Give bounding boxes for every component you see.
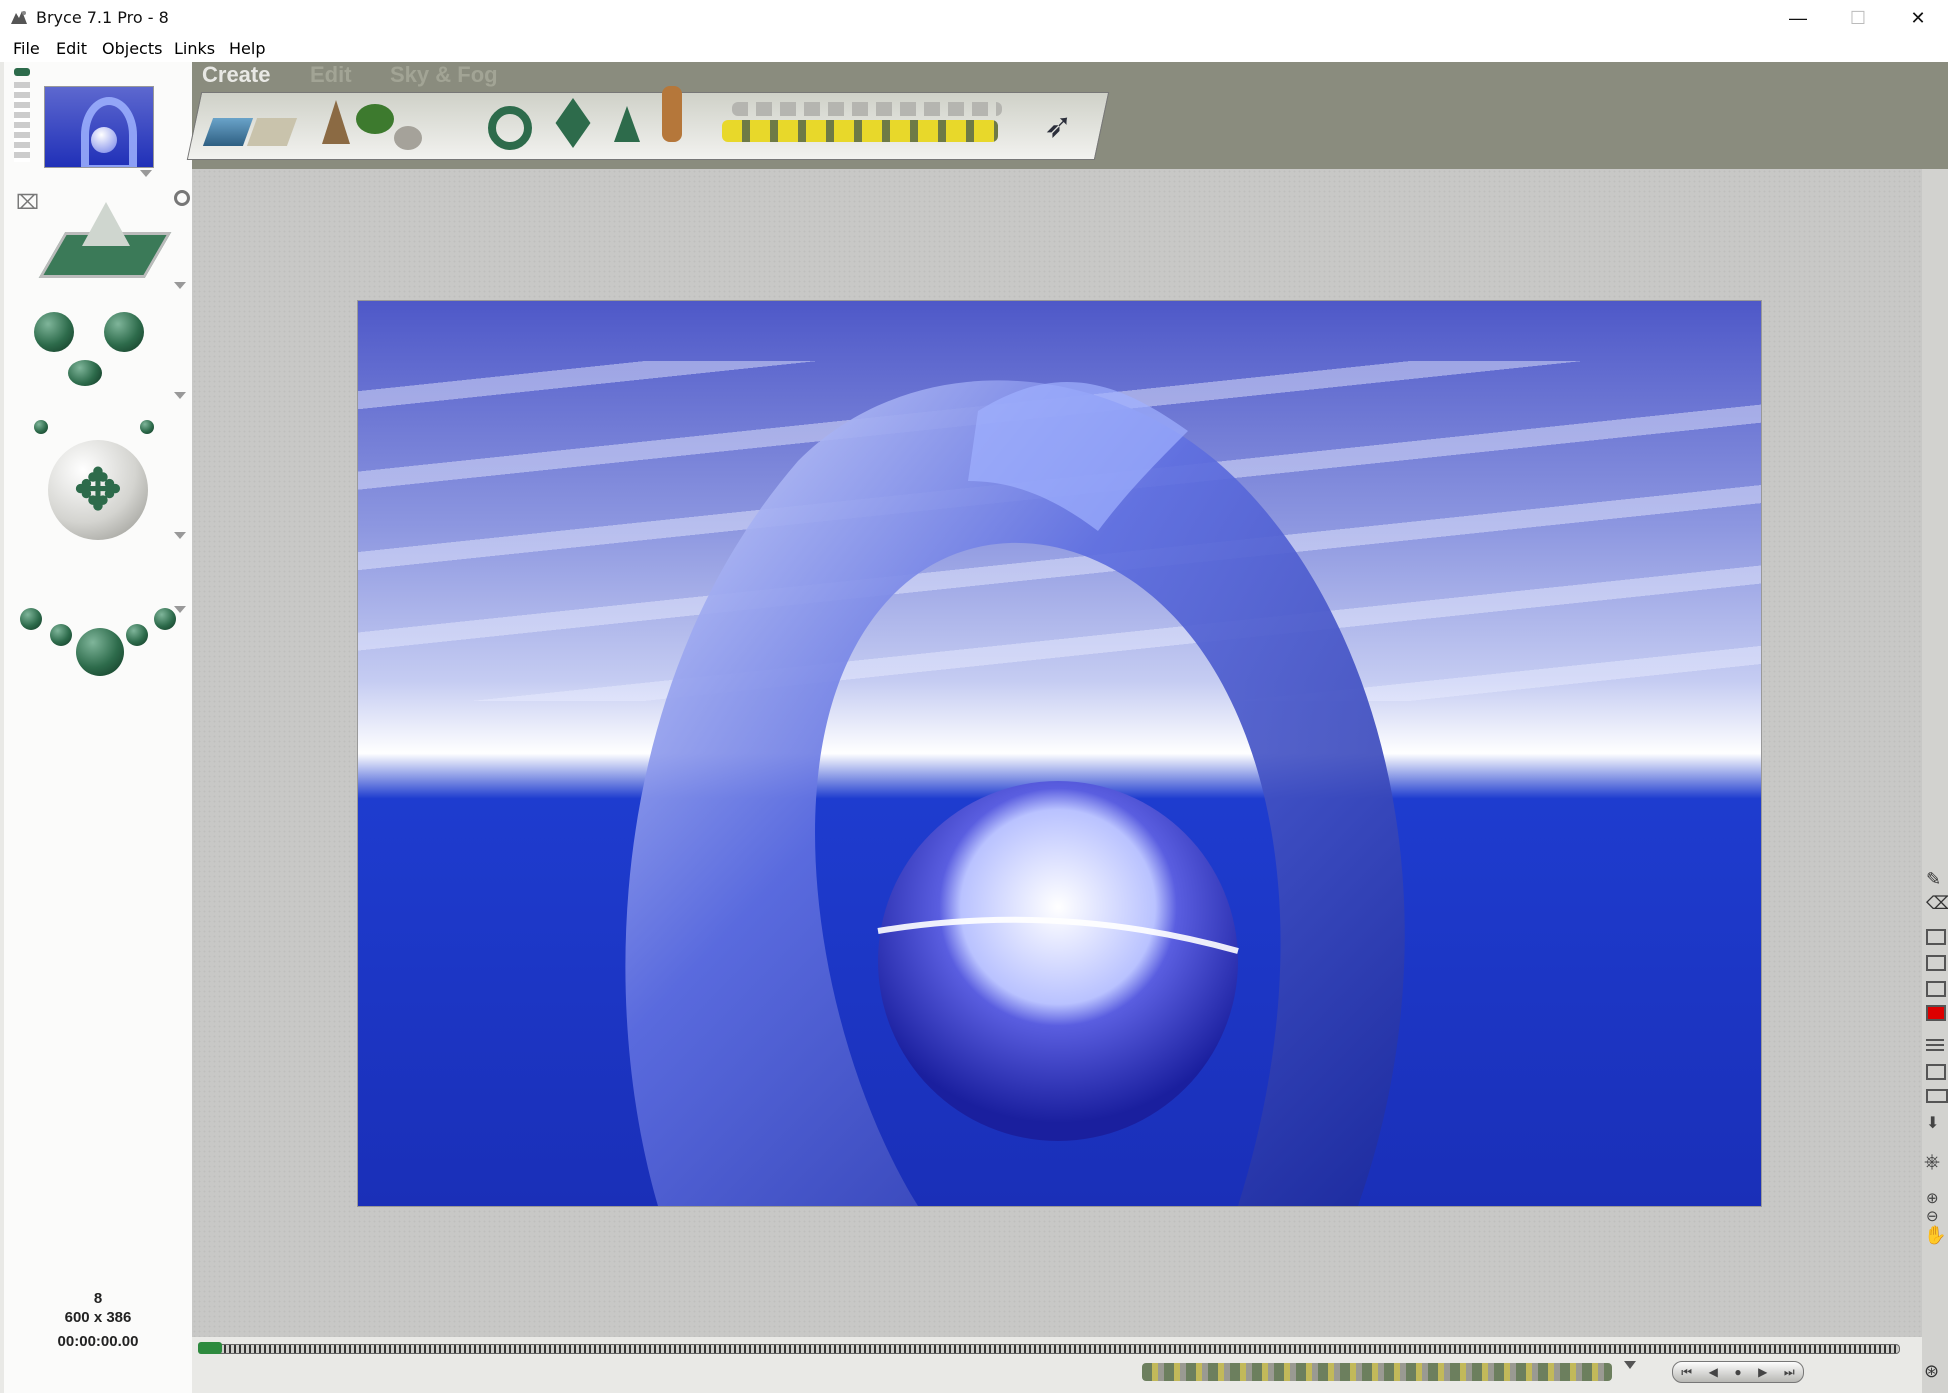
view-stack-icon[interactable] [14, 68, 30, 168]
zoom-out-icon[interactable]: ⊖ [1926, 1207, 1939, 1225]
maximize-button[interactable]: ☐ [1828, 0, 1888, 36]
eraser-icon[interactable]: ⌫ [1926, 893, 1948, 914]
camera-option-icon[interactable] [174, 190, 190, 206]
globe-icon[interactable]: ⊛ [1924, 1361, 1939, 1382]
frame-number: 8 [93, 1290, 103, 1307]
view-list-icon[interactable] [1926, 1039, 1944, 1051]
title-bar: Bryce 7.1 Pro - 8 — ☐ ✕ [0, 0, 1948, 36]
grey-primitives-icon[interactable] [732, 102, 1002, 116]
pan-hand-icon[interactable]: ✋ [1924, 1225, 1946, 1246]
display-mode-icon[interactable] [1926, 929, 1946, 945]
time-display: 00:00:00.00 [57, 1333, 139, 1350]
trackball-dropdown-icon[interactable] [174, 392, 186, 399]
selection-dropdown-icon[interactable] [1624, 1361, 1636, 1369]
render-canvas[interactable] [357, 300, 1762, 1207]
timeline-thumb[interactable] [198, 1342, 222, 1354]
bottom-bar: ⏮ ◀ ● ▶ ⏭ [192, 1337, 1922, 1393]
nano-preview[interactable] [44, 86, 154, 168]
bryce-app-icon [11, 11, 27, 24]
menu-edit[interactable]: Edit [56, 39, 87, 58]
menu-help[interactable]: Help [229, 39, 265, 58]
memory-dot-2[interactable] [50, 624, 72, 646]
small-sphere-left[interactable] [34, 420, 48, 434]
plop-render-icon[interactable] [1926, 981, 1946, 997]
small-sphere-right[interactable] [140, 420, 154, 434]
camera-light-icon[interactable]: ➶ [1044, 106, 1073, 146]
nano-editor-icon[interactable]: ⎈ [1924, 1151, 1940, 1174]
director-icon[interactable]: ⌧ [16, 190, 39, 215]
step-back-icon[interactable]: ◀ [1709, 1365, 1718, 1379]
camera-view-control[interactable] [38, 192, 172, 282]
camera-xy-trackball[interactable] [104, 312, 144, 352]
menu-bar: File Edit Objects Links Help [0, 36, 1948, 62]
memory-dot-4[interactable] [154, 608, 176, 630]
trackball-options-icon[interactable] [174, 532, 186, 539]
memory-dot-main[interactable] [76, 628, 124, 676]
menu-file[interactable]: File [13, 39, 40, 58]
rewind-icon[interactable]: ⏮ [1681, 1365, 1692, 1380]
minimize-button[interactable]: — [1768, 0, 1828, 36]
camera-trackball[interactable]: ✥ [48, 440, 148, 540]
yellow-primitives-icon[interactable] [722, 120, 998, 142]
document-size: 600 x 386 [64, 1309, 132, 1326]
memory-dot-1[interactable] [20, 608, 42, 630]
window-title: Bryce 7.1 Pro - 8 [36, 8, 169, 27]
terrain-icon[interactable] [322, 100, 350, 144]
move-arrows-icon: ✥ [74, 458, 122, 521]
fast-forward-icon[interactable]: ⏭ [1784, 1365, 1795, 1380]
create-palette-area: Create Edit Sky & Fog ➶ [186, 62, 1948, 169]
camera-z-trackball[interactable] [68, 360, 102, 386]
right-tool-strip: ✎ ⌫ ⬇ ⎈ ⊕ ⊖ ✋ ⊛ [1922, 169, 1948, 1393]
dropdown-arrow-icon[interactable]: ⬇ [1926, 1113, 1939, 1133]
tab-create[interactable]: Create [202, 62, 270, 88]
timeline-scrubber[interactable] [198, 1344, 1900, 1354]
tab-sky-fog[interactable]: Sky & Fog [390, 62, 498, 88]
camera-dropdown-icon[interactable] [174, 282, 186, 289]
tree-icon[interactable] [356, 104, 394, 134]
menu-links[interactable]: Links [174, 39, 215, 58]
brush-icon[interactable]: ✎ [1926, 869, 1941, 890]
object-type-icons[interactable] [1142, 1363, 1612, 1381]
cone-icon[interactable] [614, 106, 640, 142]
left-control-panel: ⌧ ✥ [4, 62, 193, 1393]
camera-xz-trackball[interactable] [34, 312, 74, 352]
torus-icon[interactable] [488, 106, 532, 150]
record-icon[interactable] [1926, 1005, 1946, 1021]
play-icon[interactable]: ▶ [1758, 1365, 1767, 1379]
menu-objects[interactable]: Objects [102, 39, 162, 58]
glass-arch [625, 380, 1405, 1206]
texture-icon[interactable] [1926, 1064, 1946, 1080]
zoom-in-icon[interactable]: ⊕ [1926, 1189, 1939, 1207]
figure-icon[interactable] [662, 86, 682, 142]
close-button[interactable]: ✕ [1888, 0, 1948, 36]
rock-icon[interactable] [394, 126, 422, 150]
memory-dot-3[interactable] [126, 624, 148, 646]
background-paper-icon[interactable] [1926, 1089, 1948, 1103]
render-options-icon[interactable] [1926, 955, 1946, 971]
tab-edit[interactable]: Edit [310, 62, 352, 88]
stop-icon[interactable]: ● [1734, 1365, 1741, 1379]
memory-dropdown-icon[interactable] [174, 606, 186, 613]
preview-dropdown-icon[interactable] [140, 170, 152, 177]
playback-controls[interactable]: ⏮ ◀ ● ▶ ⏭ [1672, 1361, 1804, 1383]
